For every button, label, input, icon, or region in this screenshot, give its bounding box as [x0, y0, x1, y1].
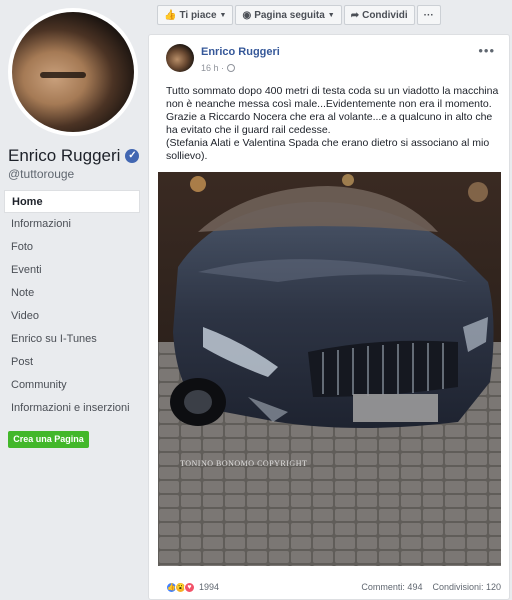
share-arrow-icon: ➦: [350, 9, 360, 21]
car-photo-image: [158, 172, 501, 566]
nav-item-informazioni[interactable]: Informazioni: [4, 213, 140, 236]
nav-item-community[interactable]: Community: [4, 374, 140, 397]
nav-item-foto[interactable]: Foto: [4, 236, 140, 259]
photo-watermark: TONINO BONOMO COPYRIGHT: [180, 459, 308, 468]
globe-icon: [227, 64, 236, 72]
reactions-icons[interactable]: 👍 😮 ♥: [166, 581, 195, 593]
chevron-down-icon: ▼: [327, 11, 335, 19]
page-nav: Home Informazioni Foto Eventi Note Video…: [4, 190, 140, 420]
like-page-button[interactable]: 👍 Ti piace ▼: [157, 5, 234, 25]
post-text: Tutto sommato dopo 400 metri di testa co…: [166, 85, 499, 162]
nav-item-eventi[interactable]: Eventi: [4, 259, 140, 282]
nav-item-home[interactable]: Home: [4, 190, 140, 213]
nav-item-itunes[interactable]: Enrico su I-Tunes: [4, 328, 140, 351]
post-timestamp[interactable]: 16 h ·: [201, 63, 236, 73]
page-name[interactable]: Enrico Ruggeri ✓: [8, 146, 140, 166]
share-page-label: Condividi: [362, 9, 408, 21]
nav-item-ads-info[interactable]: Informazioni e inserzioni: [4, 397, 140, 420]
left-sidebar: Enrico Ruggeri ✓ @tuttorouge Home Inform…: [0, 0, 148, 600]
post-card: Enrico Ruggeri 16 h · ••• Tutto sommato …: [148, 34, 510, 600]
post-options-button[interactable]: •••: [478, 43, 495, 58]
rss-icon: ◉: [242, 9, 252, 21]
nav-item-post[interactable]: Post: [4, 351, 140, 374]
page-handle[interactable]: @tuttorouge: [8, 167, 74, 181]
love-reaction-icon: ♥: [184, 581, 195, 593]
post-photo[interactable]: TONINO BONOMO COPYRIGHT: [158, 172, 501, 566]
page-name-text[interactable]: Enrico Ruggeri: [8, 146, 120, 166]
reactions-count[interactable]: 1994: [199, 582, 219, 592]
share-page-button[interactable]: ➦ Condividi: [343, 5, 415, 25]
profile-picture[interactable]: [12, 12, 134, 132]
like-page-label: Ti piace: [179, 9, 217, 21]
nav-item-video[interactable]: Video: [4, 305, 140, 328]
profile-picture-frame[interactable]: [8, 8, 138, 136]
post-time-text[interactable]: 16 h ·: [201, 63, 224, 73]
follow-page-label: Pagina seguita: [254, 9, 325, 21]
follow-page-button[interactable]: ◉ Pagina seguita ▼: [235, 5, 342, 25]
post-author-avatar[interactable]: [166, 44, 194, 72]
post-stats-bar: 👍 😮 ♥ 1994 Commenti: 494 Condivisioni: 1…: [166, 579, 501, 595]
verified-badge-icon: ✓: [125, 149, 140, 163]
create-page-button[interactable]: Crea una Pagina: [8, 431, 89, 448]
thumbs-up-icon: 👍: [164, 9, 177, 21]
post-author-name[interactable]: Enrico Ruggeri: [201, 46, 280, 58]
page-action-bar: 👍 Ti piace ▼ ◉ Pagina seguita ▼ ➦ Condiv…: [157, 5, 441, 25]
chevron-down-icon: ▼: [219, 11, 227, 19]
nav-item-note[interactable]: Note: [4, 282, 140, 305]
comments-count[interactable]: Commenti: 494: [361, 582, 422, 592]
more-options-button[interactable]: ···: [416, 5, 441, 25]
shares-count[interactable]: Condivisioni: 120: [432, 582, 501, 592]
post-body: Tutto sommato dopo 400 metri di testa co…: [166, 85, 501, 163]
